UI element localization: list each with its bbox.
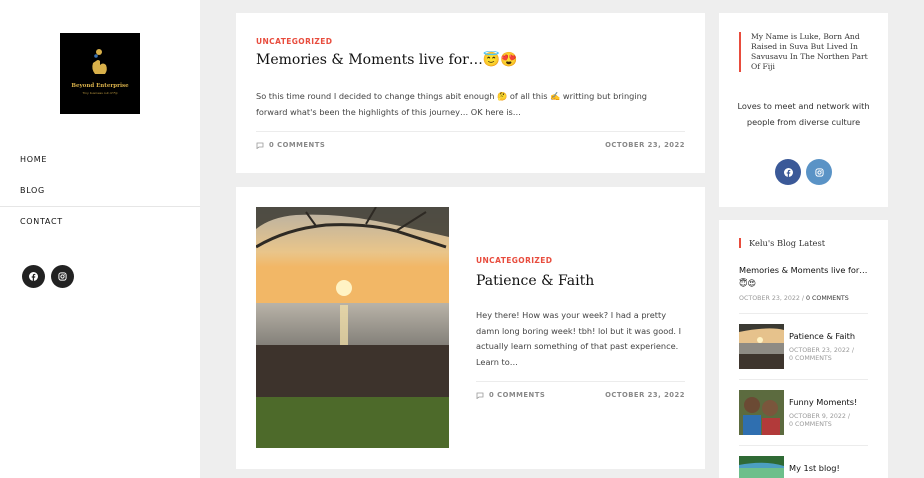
left-sidebar: Beyond Enterprise Tiny business out of F… <box>0 0 200 478</box>
about-bio: Loves to meet and network with people fr… <box>737 101 870 127</box>
latest-post-thumbnail[interactable] <box>739 324 784 369</box>
site-logo[interactable]: Beyond Enterprise Tiny business out of F… <box>60 33 140 114</box>
list-divider <box>739 445 868 446</box>
instagram-link[interactable] <box>51 265 74 288</box>
about-quote: My Name is Luke, Born And Raised in Suva… <box>739 32 869 72</box>
latest-post-comments[interactable]: 0 COMMENTS <box>789 421 832 428</box>
instagram-icon <box>814 167 824 177</box>
post-comments[interactable]: 0 COMMENTS <box>256 141 325 149</box>
latest-post-title[interactable]: Memories & Moments live for…😇😍 <box>739 264 869 290</box>
latest-post-date: OCTOBER 23, 2022 <box>739 295 800 302</box>
latest-post-meta: OCTOBER 23, 2022 / 0 COMMENTS <box>739 295 849 302</box>
post-image[interactable] <box>256 207 449 448</box>
beach-thumb <box>739 456 784 478</box>
list-divider <box>739 379 868 380</box>
meta-divider <box>256 131 685 132</box>
nav-contact[interactable]: CONTACT <box>20 217 63 226</box>
post-date: OCTOBER 23, 2022 <box>605 391 685 399</box>
post-date: OCTOBER 23, 2022 <box>605 141 685 149</box>
facebook-link[interactable] <box>22 265 45 288</box>
logo-name: Beyond Enterprise <box>71 83 129 89</box>
post-title[interactable]: Patience & Faith <box>476 273 594 289</box>
latest-post-thumbnail[interactable] <box>739 390 784 435</box>
nav-blog[interactable]: BLOG <box>20 186 45 195</box>
latest-posts-widget: Kelu's Blog Latest Memories & Moments li… <box>719 220 888 478</box>
post-comments[interactable]: 0 COMMENTS <box>476 391 545 399</box>
latest-post-title[interactable]: Patience & Faith <box>789 330 869 343</box>
latest-post-date: OCTOBER 23, 2022 <box>789 347 850 354</box>
latest-post-title[interactable]: My 1st blog! <box>789 462 869 475</box>
latest-post-thumbnail[interactable] <box>739 456 784 478</box>
sunset-thumb <box>739 324 784 369</box>
post-card: UNCATEGORIZED Memories & Moments live fo… <box>236 13 705 173</box>
nav-divider <box>0 206 200 207</box>
nav-home[interactable]: HOME <box>20 155 47 164</box>
latest-post-meta: OCTOBER 9, 2022 / 0 COMMENTS <box>789 413 850 428</box>
comment-icon <box>256 142 264 149</box>
comments-count: 0 COMMENTS <box>269 141 326 149</box>
comments-count: 0 COMMENTS <box>489 391 546 399</box>
post-excerpt: So this time round I decided to change t… <box>256 91 647 117</box>
list-divider <box>739 313 868 314</box>
latest-post-meta: OCTOBER 23, 2022 / 0 COMMENTS <box>789 347 854 362</box>
post-category[interactable]: UNCATEGORIZED <box>256 37 332 46</box>
widget-title: Kelu's Blog Latest <box>739 238 825 248</box>
latest-post-title[interactable]: Funny Moments! <box>789 396 869 409</box>
latest-post-comments[interactable]: 0 COMMENTS <box>806 295 849 302</box>
post-card: UNCATEGORIZED Patience & Faith Hey there… <box>236 187 705 469</box>
comment-icon <box>476 392 484 399</box>
instagram-icon <box>58 272 67 281</box>
post-title[interactable]: Memories & Moments live for…😇😍 <box>256 52 518 68</box>
people-thumb <box>739 390 784 435</box>
meta-divider <box>476 381 685 382</box>
facebook-link[interactable] <box>775 159 801 185</box>
hand-coin-icon <box>92 49 107 74</box>
latest-post-date: OCTOBER 9, 2022 <box>789 413 846 420</box>
latest-post-comments[interactable]: 0 COMMENTS <box>789 355 832 362</box>
post-category[interactable]: UNCATEGORIZED <box>476 256 552 265</box>
logo-tagline: Tiny business out of Fiji <box>82 91 118 95</box>
facebook-icon <box>29 272 38 281</box>
facebook-icon <box>783 167 793 177</box>
instagram-link[interactable] <box>806 159 832 185</box>
sunset-photo <box>256 207 449 448</box>
post-excerpt: Hey there! How was your week? I had a pr… <box>476 310 682 367</box>
about-widget: My Name is Luke, Born And Raised in Suva… <box>719 13 888 207</box>
